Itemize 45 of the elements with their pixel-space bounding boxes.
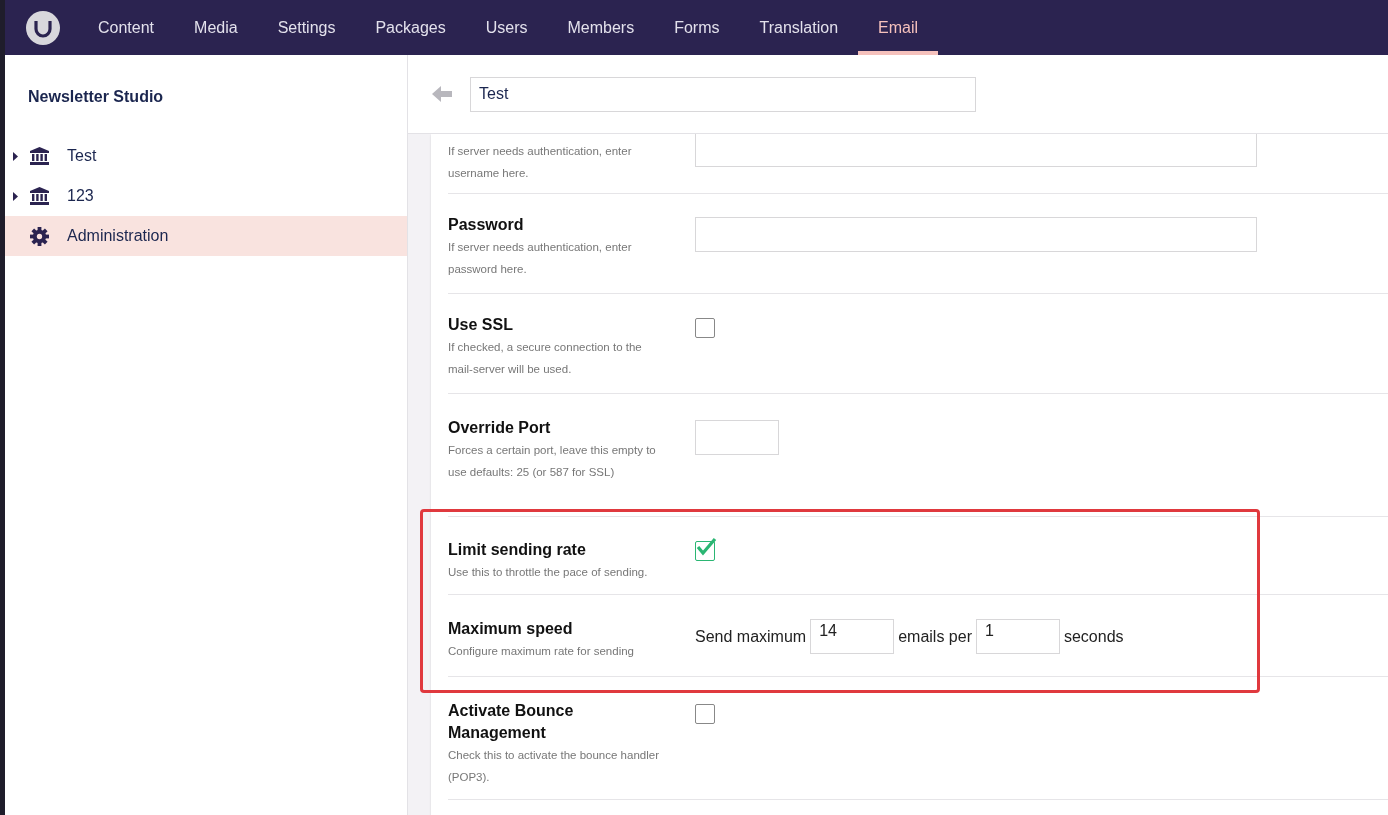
setting-description: If server needs authentication, enter password here. (448, 240, 633, 277)
rate-text: seconds (1063, 627, 1124, 646)
setting-label: Use SSL (448, 315, 514, 335)
setting-label: Activate Bounce Management (448, 701, 575, 743)
text-field[interactable] (695, 217, 1257, 252)
tree-item[interactable]: Test (5, 136, 407, 176)
nav-tab[interactable]: Users (465, 0, 548, 55)
nav-tab[interactable]: Email (858, 0, 939, 55)
setting-description: If checked, a secure connection to the mail-server will be used. (448, 340, 643, 377)
nav-tab[interactable]: Settings (257, 0, 356, 55)
section-title: Newsletter Studio (28, 88, 165, 106)
setting-description: Use this to throttle the pace of sending. (448, 565, 649, 580)
nav-tab[interactable]: Forms (654, 0, 740, 55)
setting-description: Forces a certain port, leave this empty to use defaults: 25 (or 587 for SSL) (448, 443, 657, 480)
bank-icon (30, 147, 49, 165)
checkbox[interactable] (695, 318, 715, 338)
bank-icon (30, 187, 49, 205)
nav-tab[interactable]: Content (78, 0, 175, 55)
setting-description: If server needs authentication, enter username here. (448, 144, 633, 181)
logo-icon[interactable] (26, 10, 60, 45)
period-field[interactable]: 1 (975, 619, 1060, 654)
nav-tab[interactable]: Media (174, 0, 258, 55)
setting-label: Limit sending rate (448, 540, 587, 560)
port-field[interactable] (695, 420, 779, 455)
caret-icon[interactable] (13, 151, 18, 161)
settings-icon (30, 226, 49, 246)
rate-text: Send maximum (695, 627, 807, 646)
setting-description: Configure maximum rate for sending (448, 644, 635, 659)
setting-label: Maximum speed (448, 619, 574, 639)
nav-tab[interactable]: Packages (355, 0, 466, 55)
nav-tab[interactable]: Translation (739, 0, 859, 55)
text-field[interactable] (695, 134, 1257, 167)
name-field[interactable]: Test (470, 76, 976, 112)
caret-icon[interactable] (13, 191, 18, 201)
checkbox[interactable] (695, 704, 715, 724)
back-arrow-icon[interactable] (432, 86, 452, 102)
rate-text: emails per (898, 627, 972, 646)
tree-item[interactable]: 123 (5, 176, 407, 216)
checkbox[interactable] (695, 541, 715, 561)
nav-tab[interactable]: Members (547, 0, 655, 55)
setting-description: Check this to activate the bounce handler (POP3). (448, 748, 660, 785)
setting-label: Override Port (448, 418, 552, 438)
tree-item[interactable]: Administration (5, 216, 407, 256)
amount-field[interactable]: 14 (810, 619, 895, 654)
setting-label: Password (448, 215, 525, 235)
